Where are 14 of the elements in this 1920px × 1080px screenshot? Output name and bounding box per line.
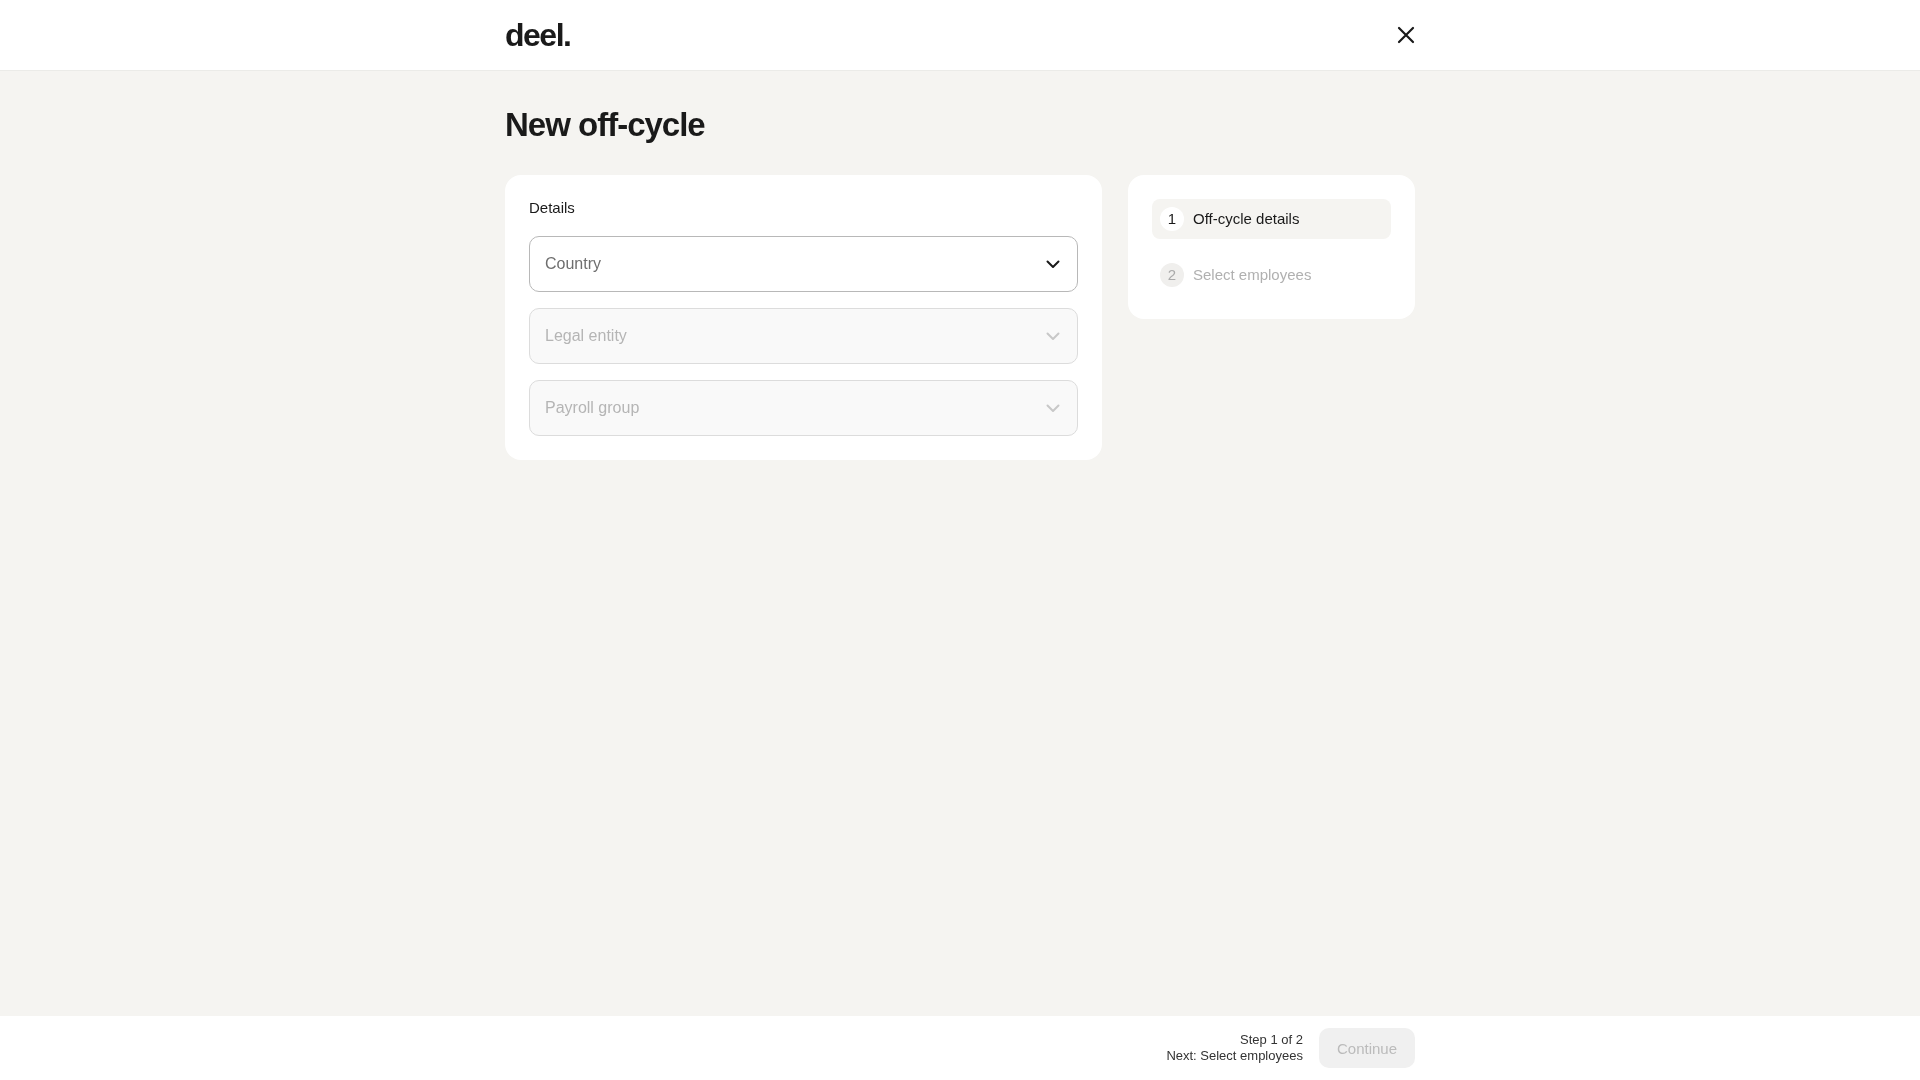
step-item[interactable]: 1 Off-cycle details	[1152, 198, 1391, 239]
chevron-down-icon	[1046, 403, 1060, 413]
step-label: Select employees	[1193, 266, 1312, 284]
close-icon[interactable]	[1397, 26, 1415, 44]
next-step-text: Next: Select employees	[1166, 1048, 1303, 1064]
chevron-down-icon	[1046, 331, 1060, 341]
step-number: 1	[1160, 206, 1184, 231]
step-label: Off-cycle details	[1193, 210, 1300, 228]
logo[interactable]: deel.	[505, 16, 571, 54]
section-heading: Details	[529, 198, 576, 216]
chevron-down-icon	[1046, 259, 1060, 269]
step-number: 2	[1160, 262, 1184, 287]
page-title: New off-cycle	[505, 105, 706, 145]
select-field[interactable]: Country	[529, 235, 1078, 292]
